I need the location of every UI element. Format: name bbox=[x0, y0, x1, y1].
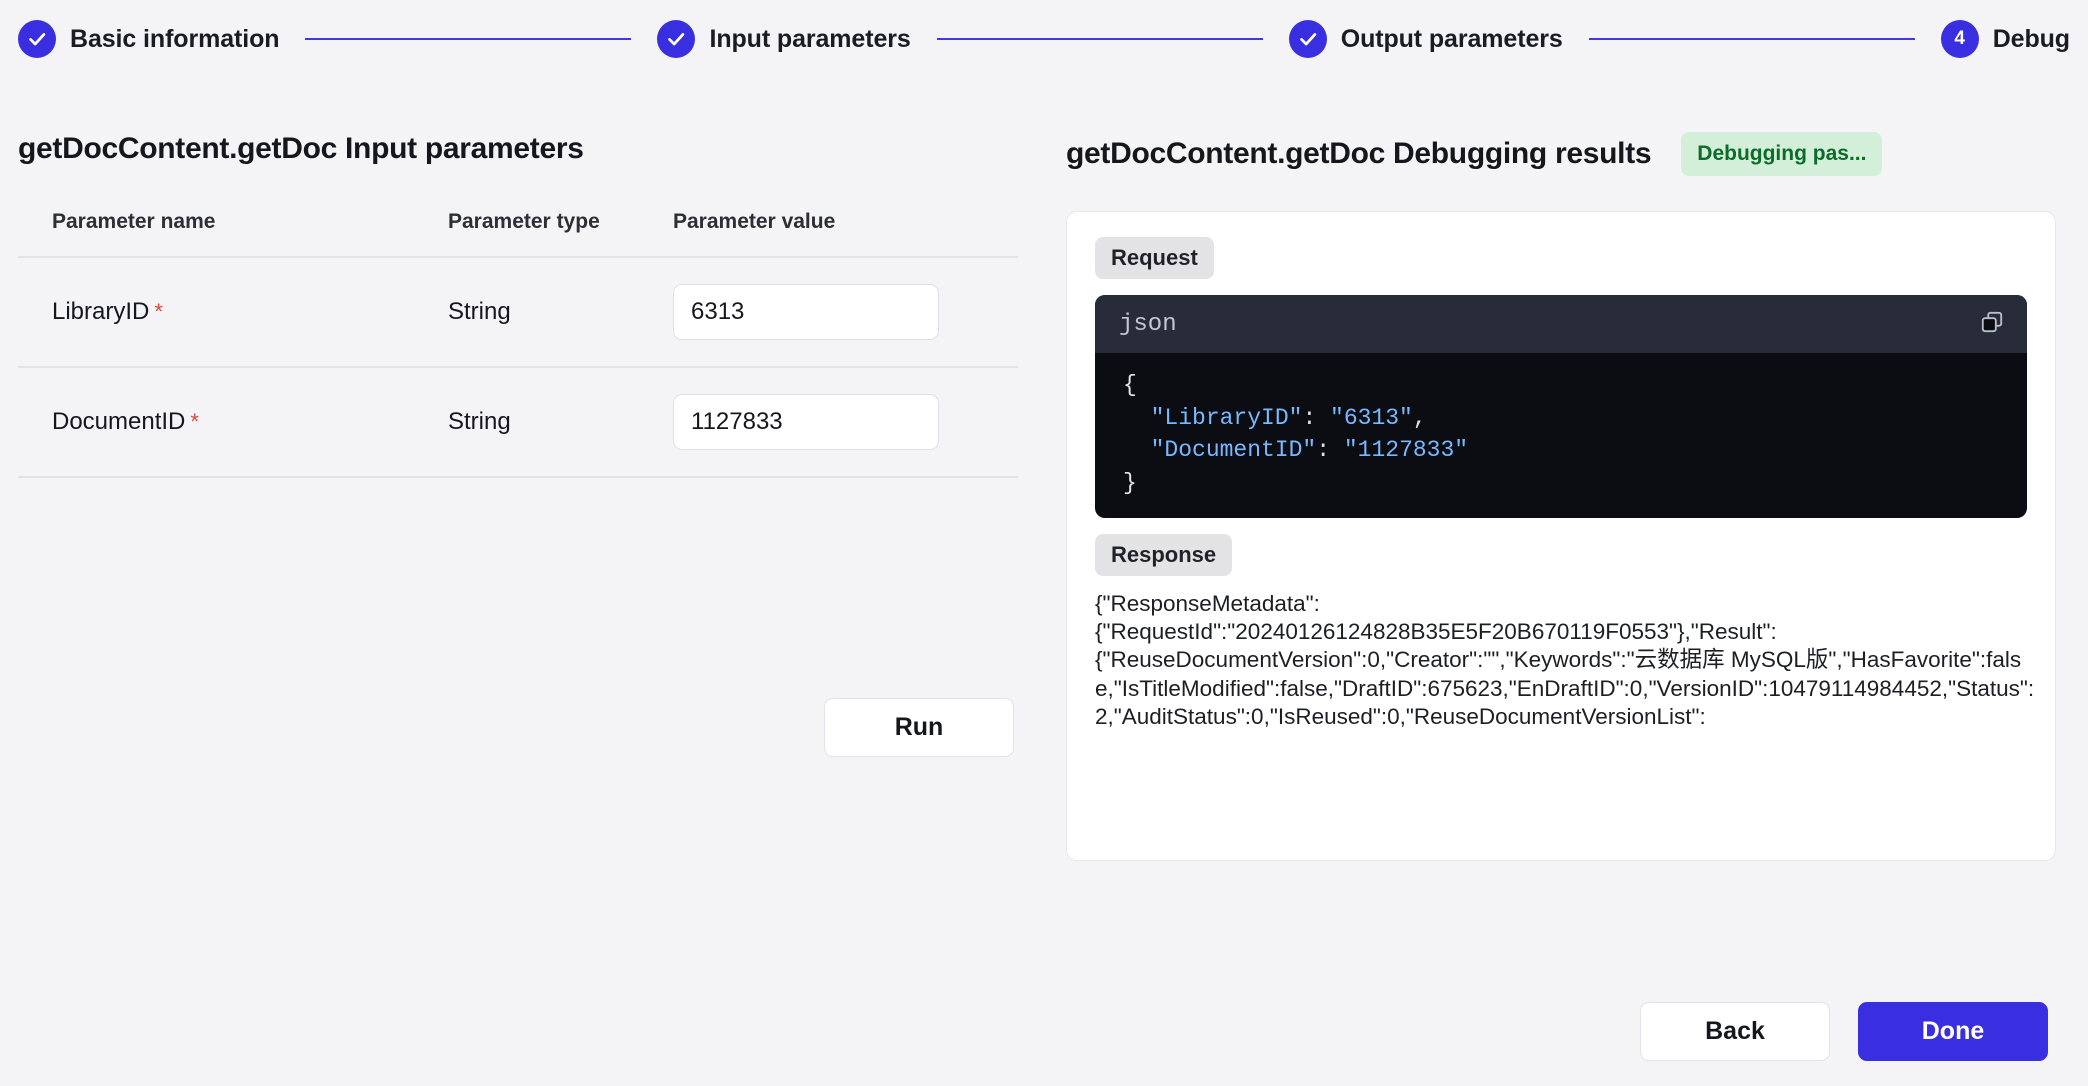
request-code-content: { "LibraryID": "6313", "DocumentID": "11… bbox=[1095, 353, 2027, 518]
code-line: } bbox=[1123, 469, 1137, 496]
status-badge: Debugging pas... bbox=[1681, 132, 1883, 176]
code-line: "DocumentID": "1127833" bbox=[1150, 437, 1469, 464]
run-button-row: Run bbox=[18, 698, 1018, 757]
code-line: { bbox=[1123, 372, 1137, 398]
parameter-value-cell bbox=[673, 367, 1018, 478]
required-asterisk: * bbox=[190, 409, 199, 434]
step-input-parameters[interactable]: Input parameters bbox=[657, 20, 911, 58]
left-panel-title: getDocContent.getDoc Input parameters bbox=[18, 132, 584, 165]
parameter-name-text: LibraryID bbox=[52, 298, 150, 325]
response-body-text: {"ResponseMetadata": {"RequestId":"20240… bbox=[1095, 590, 2035, 729]
column-header-parameter-type: Parameter type bbox=[448, 210, 673, 258]
step-label: Output parameters bbox=[1340, 24, 1563, 53]
code-block-header: json bbox=[1095, 295, 2027, 353]
wizard-stepper: Basic information Input parameters Outpu… bbox=[0, 0, 2088, 64]
json-value: "6313" bbox=[1330, 404, 1413, 431]
step-label: Input parameters bbox=[709, 24, 911, 53]
check-icon bbox=[18, 20, 56, 58]
response-tag-wrap: Response bbox=[1095, 533, 2027, 576]
check-icon bbox=[657, 20, 696, 58]
table-row: LibraryID * String bbox=[18, 257, 1018, 368]
required-asterisk: * bbox=[154, 299, 163, 324]
step-label: Basic information bbox=[70, 24, 280, 53]
step-debug[interactable]: 4 Debug bbox=[1940, 20, 2070, 58]
input-parameters-panel: getDocContent.getDoc Input parameters Pa… bbox=[18, 64, 1040, 964]
column-header-parameter-name: Parameter name bbox=[18, 210, 448, 258]
parameter-name-cell: LibraryID * bbox=[18, 257, 448, 368]
json-key: "DocumentID" bbox=[1150, 437, 1317, 464]
copy-icon[interactable] bbox=[1979, 309, 2005, 340]
step-basic-information[interactable]: Basic information bbox=[18, 20, 280, 58]
step-connector bbox=[1588, 38, 1915, 40]
json-value: "1127833" bbox=[1343, 437, 1469, 464]
parameters-table: Parameter name Parameter type Parameter … bbox=[18, 210, 1018, 478]
step-output-parameters[interactable]: Output parameters bbox=[1288, 20, 1563, 58]
step-connector bbox=[936, 38, 1263, 40]
response-tag: Response bbox=[1095, 533, 1233, 576]
run-button[interactable]: Run bbox=[824, 698, 1014, 757]
table-row: DocumentID * String bbox=[18, 367, 1018, 478]
back-button[interactable]: Back bbox=[1640, 1001, 1830, 1061]
debugging-results-header: getDocContent.getDoc Debugging results D… bbox=[1066, 64, 2070, 176]
request-code-block: json { "LibraryID": "6313", "DocumentID"… bbox=[1095, 295, 2027, 518]
result-card: Request json { "LibraryID": "6313", "Doc… bbox=[1066, 211, 2056, 861]
main-content: getDocContent.getDoc Input parameters Pa… bbox=[0, 64, 2088, 964]
library-id-input[interactable] bbox=[673, 284, 939, 340]
column-header-parameter-value: Parameter value bbox=[673, 210, 1018, 258]
code-language-label: json bbox=[1119, 310, 1177, 338]
json-key: "LibraryID" bbox=[1150, 404, 1303, 431]
parameter-value-cell bbox=[673, 257, 1018, 368]
document-id-input[interactable] bbox=[673, 394, 939, 450]
parameter-type-cell: String bbox=[448, 367, 673, 478]
step-connector bbox=[305, 38, 632, 40]
request-tag: Request bbox=[1095, 237, 1214, 279]
debugging-results-panel: getDocContent.getDoc Debugging results D… bbox=[1040, 64, 2070, 964]
code-line: "LibraryID": "6313", bbox=[1150, 404, 1427, 431]
right-panel-title: getDocContent.getDoc Debugging results bbox=[1066, 137, 1652, 170]
check-icon bbox=[1288, 20, 1327, 58]
debug-step-page: Basic information Input parameters Outpu… bbox=[0, 0, 2088, 1086]
step-label: Debug bbox=[1992, 24, 2070, 53]
parameter-type-cell: String bbox=[448, 257, 673, 368]
step-number-badge: 4 bbox=[1940, 20, 1979, 58]
done-button[interactable]: Done bbox=[1858, 1001, 2048, 1061]
parameter-name-text: DocumentID bbox=[52, 408, 186, 435]
table-header-row: Parameter name Parameter type Parameter … bbox=[18, 210, 1018, 258]
footer-actions: Back Done bbox=[0, 976, 2088, 1086]
parameter-name-cell: DocumentID * bbox=[18, 367, 448, 478]
